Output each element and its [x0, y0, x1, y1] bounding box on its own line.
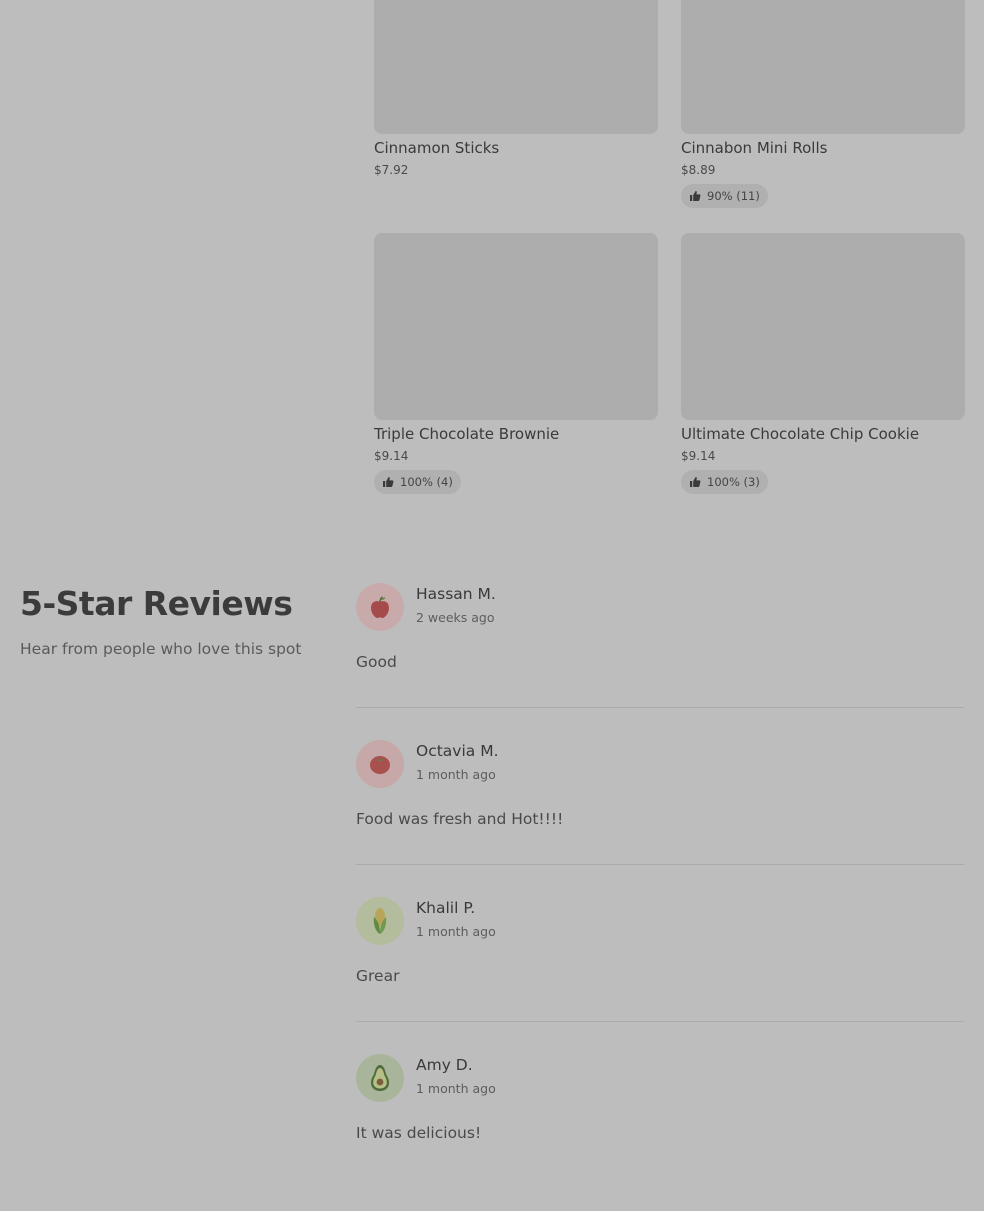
- menu-item-price: $9.14: [681, 449, 716, 463]
- review-item: Hassan M. 2 weeks ago Good: [356, 583, 964, 740]
- menu-item-name: Triple Chocolate Brownie: [374, 425, 560, 443]
- thumbs-up-icon: [383, 477, 394, 487]
- reviewer-name: Octavia M.: [416, 742, 499, 760]
- menu-item-price: $9.14: [374, 449, 409, 463]
- reviewer-name: Amy D.: [416, 1056, 473, 1074]
- menu-item-card[interactable]: Cinnamon Sticks $7.92: [374, 0, 658, 177]
- menu-item-price: $7.92: [374, 163, 409, 177]
- thumbs-up-icon: [690, 191, 701, 201]
- reviewer-name: Hassan M.: [416, 585, 496, 603]
- menu-item-price: $8.89: [681, 163, 716, 177]
- menu-item-image: [681, 233, 965, 420]
- reviews-section-title: 5-Star Reviews: [20, 584, 293, 623]
- menu-item-image: [374, 233, 658, 420]
- review-date: 1 month ago: [416, 767, 496, 782]
- menu-item-image: [681, 0, 965, 134]
- apple-icon: [371, 596, 389, 618]
- menu-item-name: Ultimate Chocolate Chip Cookie: [681, 425, 920, 443]
- corn-icon: [373, 908, 387, 934]
- menu-item-name: Cinnabon Mini Rolls: [681, 139, 828, 157]
- avatar: [356, 740, 404, 788]
- rating-badge: 100% (4): [374, 470, 461, 494]
- rating-text: 90% (11): [707, 189, 760, 203]
- menu-item-card[interactable]: Cinnabon Mini Rolls $8.89 90% (11): [681, 0, 965, 208]
- avatar: [356, 1054, 404, 1102]
- reviews-section-subtitle: Hear from people who love this spot: [20, 640, 302, 658]
- review-item: Amy D. 1 month ago It was delicious!: [356, 1054, 964, 1211]
- menu-item-card[interactable]: Ultimate Chocolate Chip Cookie $9.14 100…: [681, 233, 965, 494]
- review-text: It was delicious!: [356, 1124, 482, 1142]
- rating-badge: 100% (3): [681, 470, 768, 494]
- rating-text: 100% (3): [707, 475, 760, 489]
- menu-item-image: [374, 0, 658, 134]
- menu-item-name: Cinnamon Sticks: [374, 139, 500, 157]
- reviewer-name: Khalil P.: [416, 899, 476, 917]
- avatar: [356, 583, 404, 631]
- rating-badge: 90% (11): [681, 184, 768, 208]
- avocado-icon: [371, 1065, 389, 1091]
- thumbs-up-icon: [690, 477, 701, 487]
- rating-text: 100% (4): [400, 475, 453, 489]
- review-date: 2 weeks ago: [416, 610, 495, 625]
- review-item: Octavia M. 1 month ago Food was fresh an…: [356, 740, 964, 897]
- divider: [356, 1021, 964, 1022]
- divider: [356, 707, 964, 708]
- review-text: Good: [356, 653, 397, 671]
- avatar: [356, 897, 404, 945]
- review-text: Food was fresh and Hot!!!!: [356, 810, 564, 828]
- review-item: Khalil P. 1 month ago Grear: [356, 897, 964, 1054]
- tomato-icon: [370, 756, 390, 774]
- menu-item-card[interactable]: Triple Chocolate Brownie $9.14 100% (4): [374, 233, 658, 494]
- review-text: Grear: [356, 967, 400, 985]
- divider: [356, 864, 964, 865]
- review-date: 1 month ago: [416, 1081, 496, 1096]
- review-date: 1 month ago: [416, 924, 496, 939]
